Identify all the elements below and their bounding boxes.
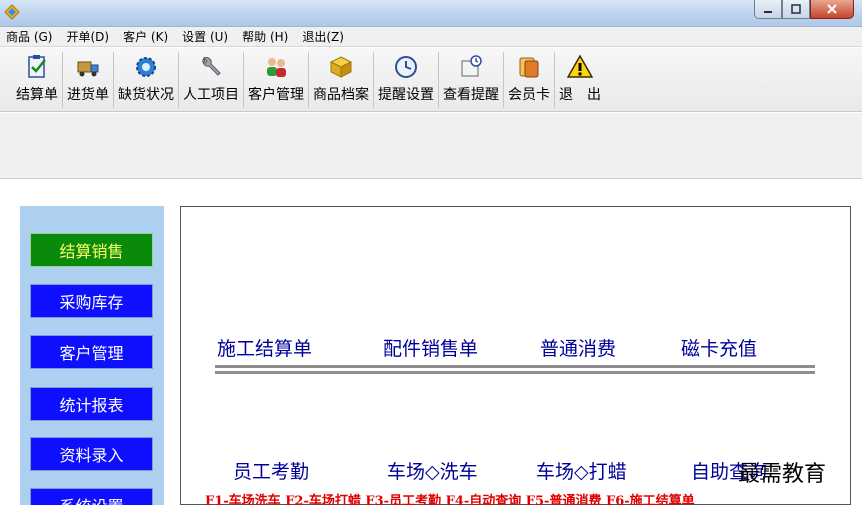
sidebar-item-system-settings[interactable]: 系统设置: [30, 488, 153, 505]
toolbar-label: 查看提醒: [443, 87, 499, 103]
sidebar-item-purchase-stock[interactable]: 采购库存: [30, 284, 153, 318]
app-window: 商品 (G) 开单(D) 客户 (K) 设置 (U) 帮助 (H) 退出(Z) …: [0, 0, 862, 505]
sidebar-item-reports[interactable]: 统计报表: [30, 387, 153, 421]
minimize-icon: [764, 11, 772, 13]
toolbar-label: 结算单: [16, 87, 58, 103]
toolbar-label: 缺货状况: [118, 87, 174, 103]
toolbar-label: 客户管理: [248, 87, 304, 103]
maximize-button[interactable]: [782, 0, 810, 19]
maximize-icon: [791, 4, 801, 14]
toolbar-label: 会员卡: [508, 87, 550, 103]
title-bar: [0, 0, 862, 27]
clock-icon: [395, 56, 417, 78]
toolbar-purchase-button[interactable]: 进货单: [63, 52, 114, 108]
app-diamond-icon: [4, 4, 20, 20]
toolbar-label: 退 出: [559, 87, 601, 103]
checkout-clipboard-icon: [28, 55, 46, 78]
link-staff-attendance[interactable]: 员工考勤: [233, 457, 309, 484]
reminder-note-icon: [461, 55, 482, 77]
toolbar: 结算单 进货单 缺货状况 人工项目 客户管理 商品档案 提醒设置 查看提醒 会员…: [0, 48, 862, 112]
toolbar-checkout-button[interactable]: 结算单: [12, 52, 63, 108]
toolbar-label: 进货单: [67, 87, 109, 103]
menu-item-billing[interactable]: 开单(D): [66, 28, 109, 45]
link-card-recharge[interactable]: 磁卡充值: [681, 334, 757, 361]
toolbar-reminder-settings-button[interactable]: 提醒设置: [374, 52, 439, 108]
status-band: [0, 113, 862, 179]
menu-item-exit[interactable]: 退出(Z): [302, 28, 344, 45]
divider-line: [215, 365, 815, 368]
wrench-icon: [202, 56, 221, 76]
link-parts-sales[interactable]: 配件销售单: [383, 334, 478, 361]
toolbar-customer-button[interactable]: 客户管理: [244, 52, 309, 108]
toolbar-label: 商品档案: [313, 87, 369, 103]
minimize-button[interactable]: [754, 0, 782, 19]
product-box-icon: [329, 56, 353, 78]
menu-item-help[interactable]: 帮助 (H): [242, 28, 288, 45]
close-button[interactable]: [810, 0, 854, 19]
toolbar-exit-button[interactable]: 退 出: [555, 52, 605, 108]
customers-icon: [267, 58, 286, 77]
link-construction-settlement[interactable]: 施工结算单: [217, 334, 312, 361]
menu-item-goods[interactable]: 商品 (G): [6, 28, 52, 45]
member-card-icon: [519, 57, 539, 78]
warning-exit-icon: [567, 54, 593, 78]
toolbar-labor-button[interactable]: 人工项目: [179, 52, 244, 108]
close-icon: [827, 4, 837, 14]
watermark-text: 最需教育: [738, 462, 827, 487]
link-car-wash[interactable]: 车场◇洗车: [387, 457, 478, 484]
window-controls: [754, 0, 854, 20]
menu-item-customer[interactable]: 客户 (K): [123, 28, 168, 45]
stock-truck-icon: [77, 61, 99, 77]
toolbar-view-reminder-button[interactable]: 查看提醒: [439, 52, 504, 108]
shortage-gear-icon: [136, 57, 156, 77]
sidebar-item-customer-management[interactable]: 客户管理: [30, 335, 153, 369]
sidebar-item-data-entry[interactable]: 资料录入: [30, 437, 153, 471]
toolbar-shortage-button[interactable]: 缺货状况: [114, 52, 179, 108]
link-general-consumption[interactable]: 普通消费: [540, 334, 616, 361]
hotkey-hints: F1-车场洗车 F2-车场打蜡 F3-员工考勤 F4-自动查询 F5-普通消费 …: [205, 494, 695, 505]
divider-line: [215, 371, 815, 374]
menu-item-settings[interactable]: 设置 (U): [182, 28, 228, 45]
toolbar-label: 提醒设置: [378, 87, 434, 103]
menu-bar: 商品 (G) 开单(D) 客户 (K) 设置 (U) 帮助 (H) 退出(Z): [0, 27, 862, 47]
sidebar: 结算销售 采购库存 客户管理 统计报表 资料录入 系统设置: [20, 206, 164, 505]
link-car-waxing[interactable]: 车场◇打蜡: [536, 457, 627, 484]
toolbar-product-button[interactable]: 商品档案: [309, 52, 374, 108]
toolbar-member-card-button[interactable]: 会员卡: [504, 52, 555, 108]
toolbar-label: 人工项目: [183, 87, 239, 103]
sidebar-item-checkout-sales[interactable]: 结算销售: [30, 233, 153, 267]
